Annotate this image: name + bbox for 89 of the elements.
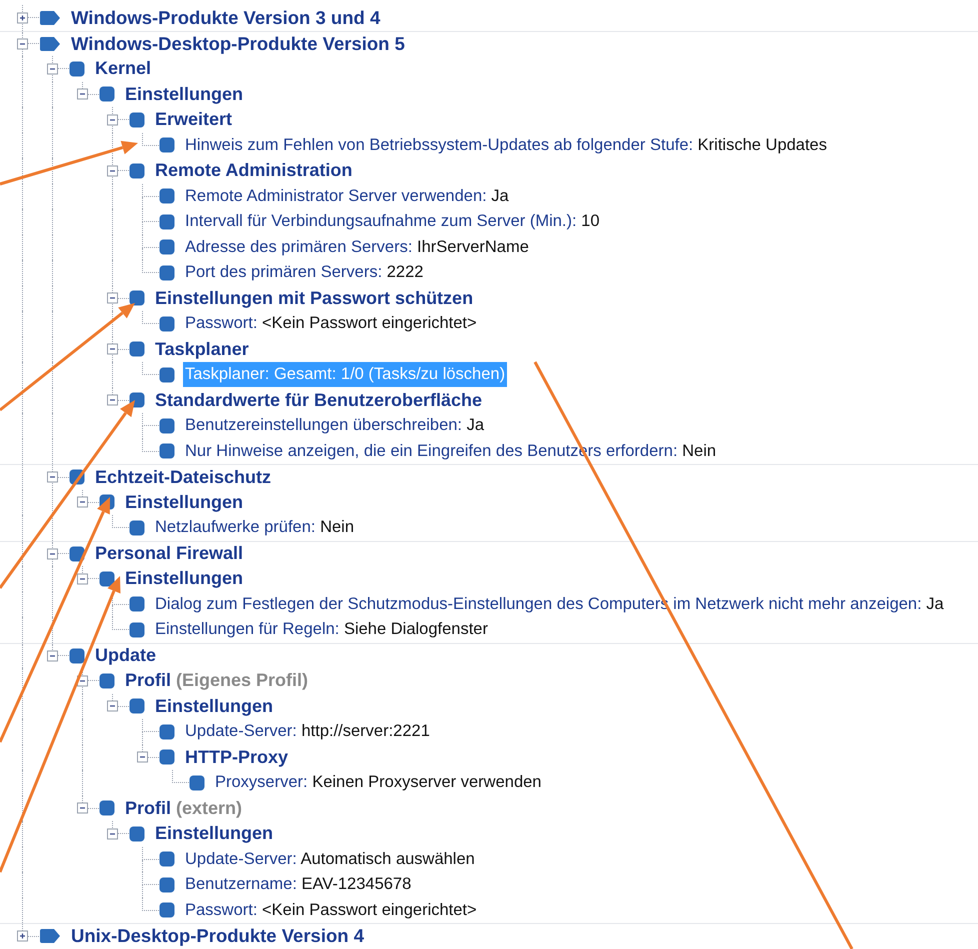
expand-button[interactable] — [17, 930, 28, 942]
tag-icon — [39, 928, 61, 944]
tree-item-label[interactable]: Benutzername: EAV-12345678 — [183, 872, 414, 898]
collapse-button[interactable] — [47, 472, 58, 483]
square-icon — [129, 826, 145, 842]
square-icon — [159, 902, 175, 918]
collapse-button[interactable] — [137, 752, 148, 763]
square-icon — [129, 520, 145, 536]
plus-icon — [19, 14, 26, 22]
collapse-button[interactable] — [77, 802, 88, 814]
tree-item-label[interactable]: Einstellungen für Regeln: Siehe Dialogfenster — [153, 617, 490, 642]
tree-item-label[interactable]: Passwort: <Kein Passwort eingerichtet> — [183, 311, 479, 336]
tree-item-label[interactable]: Intervall für Verbindungsaufnahme zum Server (Min.): 10 — [183, 209, 602, 234]
collapse-button[interactable] — [107, 394, 118, 406]
tree-item-label[interactable]: Taskplaner — [153, 336, 251, 363]
tree-item-label[interactable]: Profil (Eigenes Profil) — [123, 667, 310, 694]
square-icon — [69, 546, 85, 562]
square-icon — [129, 698, 145, 714]
square-icon — [159, 214, 175, 230]
tree-item-label[interactable]: Hinweis zum Fehlen von Betriebssystem-Updates ab folgender Stufe: Kritische Updates — [183, 132, 829, 158]
square-icon — [159, 366, 175, 383]
collapse-button[interactable] — [107, 700, 118, 712]
tree-item-label[interactable]: Remote Administrator Server verwenden: Ja — [183, 184, 511, 209]
square-icon — [159, 724, 175, 740]
tree-item-label[interactable]: Einstellungen mit Passwort schützen — [153, 284, 476, 312]
square-icon — [159, 443, 175, 460]
tree-item-label[interactable]: Profil (extern) — [123, 794, 244, 822]
tree-item-label[interactable]: Port des primären Servers: 2222 — [183, 260, 426, 286]
tree-item-label[interactable]: Passwort: <Kein Passwort eingerichtet> — [183, 898, 479, 923]
square-icon — [129, 341, 145, 358]
tag-icon — [39, 36, 61, 52]
square-icon — [129, 622, 145, 638]
tree-item-label[interactable]: Windows-Produkte Version 3 und 4 — [69, 4, 382, 32]
tree-item-label[interactable]: Proxyserver: Keinen Proxyserver verwenden — [213, 770, 544, 796]
square-icon — [99, 672, 115, 689]
tree-item-label[interactable]: Standardwerte für Benutzeroberfläche — [153, 386, 484, 414]
collapse-button[interactable] — [107, 165, 118, 176]
tree-item-label[interactable]: Update-Server: Automatisch auswählen — [183, 846, 477, 872]
tree-item-label[interactable]: Personal Firewall — [93, 540, 246, 568]
expand-button[interactable] — [17, 12, 28, 24]
collapse-button[interactable] — [77, 496, 88, 508]
collapse-button[interactable] — [17, 38, 28, 50]
square-icon — [159, 239, 175, 256]
square-icon — [99, 570, 115, 587]
square-icon — [69, 60, 85, 77]
collapse-button[interactable] — [77, 573, 88, 584]
square-icon — [189, 774, 205, 791]
collapse-button[interactable] — [107, 828, 118, 840]
square-icon — [129, 290, 145, 306]
tree-item-label[interactable]: Benutzereinstellungen überschreiben: Ja — [183, 413, 486, 438]
collapse-button[interactable] — [107, 344, 118, 355]
tree-item-label[interactable]: Erweitert — [153, 106, 234, 134]
collapse-button[interactable] — [107, 114, 118, 126]
collapse-button[interactable] — [47, 548, 58, 560]
square-icon — [159, 851, 175, 868]
tree-item-label[interactable]: Einstellungen — [153, 692, 276, 720]
plus-icon — [19, 932, 26, 940]
square-icon — [159, 316, 175, 332]
tag-icon — [39, 10, 61, 26]
tree-item-label[interactable]: Unix-Desktop-Produkte Version 4 — [69, 922, 366, 949]
collapse-button[interactable] — [47, 650, 58, 662]
square-icon — [159, 876, 175, 893]
tree-item-label[interactable]: Remote Administration — [153, 157, 354, 184]
square-icon — [159, 137, 175, 154]
square-icon — [159, 188, 175, 204]
tree-item-label[interactable]: Adresse des primären Servers: IhrServerName — [183, 234, 531, 260]
tree-item-label[interactable]: Update-Server: http://server:2221 — [183, 719, 432, 744]
tree-item-label[interactable]: Windows-Desktop-Produkte Version 5 — [69, 30, 407, 58]
collapse-button[interactable] — [77, 88, 88, 100]
tree-item-label[interactable]: Einstellungen — [123, 80, 246, 108]
tree-item-label[interactable]: HTTP-Proxy — [183, 744, 290, 771]
tree-item-label[interactable]: Echtzeit-Dateischutz — [93, 464, 274, 491]
tree-item-label[interactable]: Einstellungen — [123, 488, 246, 516]
square-icon — [69, 648, 85, 664]
tree-item-label[interactable]: Einstellungen — [153, 820, 276, 848]
square-icon — [99, 800, 115, 816]
tree-item-label[interactable]: Kernel — [93, 55, 154, 82]
square-icon — [159, 418, 175, 434]
square-icon — [129, 162, 145, 179]
collapse-button[interactable] — [47, 63, 58, 74]
tree-item-label[interactable]: Einstellungen — [123, 565, 246, 592]
square-icon — [129, 112, 145, 128]
tree-item-label[interactable]: Netzlaufwerke prüfen: Nein — [153, 515, 356, 540]
square-icon — [159, 749, 175, 766]
square-icon — [159, 264, 175, 281]
tree-item-label[interactable]: Update — [93, 642, 158, 670]
square-icon — [129, 596, 145, 612]
collapse-button[interactable] — [107, 292, 118, 304]
square-icon — [99, 86, 115, 102]
